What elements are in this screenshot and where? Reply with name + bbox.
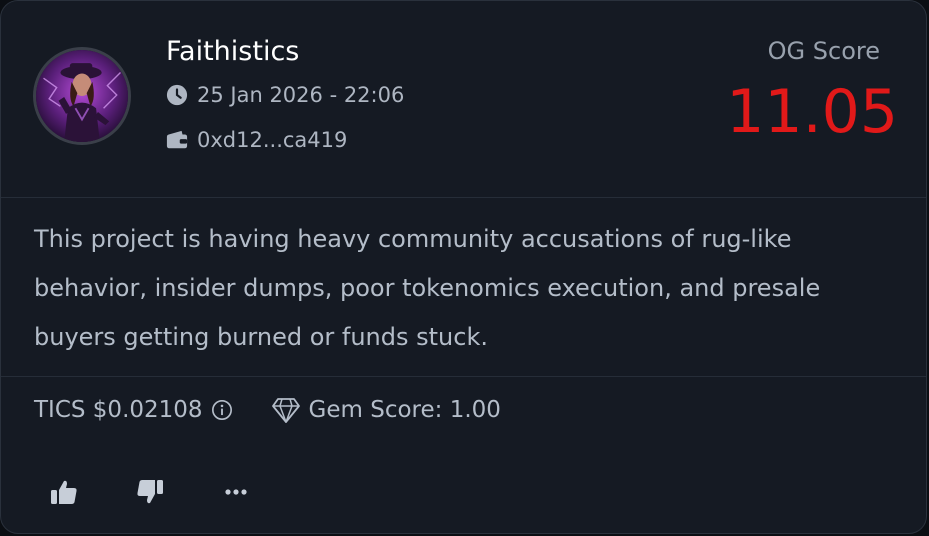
token-stats: TICS $0.02108 Gem Score: 1.00 <box>34 396 501 424</box>
post-date: 25 Jan 2026 - 22:06 <box>166 83 404 107</box>
og-score-label: OG Score <box>767 37 880 65</box>
diamond-icon <box>271 396 301 424</box>
wallet-icon <box>166 129 188 151</box>
post-description: This project is having heavy community a… <box>34 225 821 351</box>
divider <box>1 376 926 377</box>
dislike-button[interactable] <box>133 475 167 509</box>
post-actions <box>47 475 253 509</box>
og-score-value: 11.05 <box>726 77 898 147</box>
clock-icon <box>166 84 188 106</box>
thumbs-up-icon <box>51 480 77 504</box>
avatar[interactable] <box>33 47 131 145</box>
post-header: Faithistics 25 Jan 2026 - 22:06 0xd12...… <box>1 1 926 198</box>
avatar-image <box>36 50 128 142</box>
gem-score: Gem Score: 1.00 <box>308 397 501 423</box>
wallet-address[interactable]: 0xd12...ca419 <box>166 128 347 152</box>
post-card: Faithistics 25 Jan 2026 - 22:06 0xd12...… <box>0 0 927 534</box>
thumbs-down-icon <box>137 480 163 504</box>
like-button[interactable] <box>47 475 81 509</box>
more-icon <box>225 489 247 495</box>
post-date-text: 25 Jan 2026 - 22:06 <box>197 83 405 107</box>
author-name[interactable]: Faithistics <box>166 36 299 67</box>
info-icon[interactable] <box>211 399 233 421</box>
more-options-button[interactable] <box>219 475 253 509</box>
token-price: TICS $0.02108 <box>34 397 203 423</box>
wallet-address-text: 0xd12...ca419 <box>197 128 348 152</box>
